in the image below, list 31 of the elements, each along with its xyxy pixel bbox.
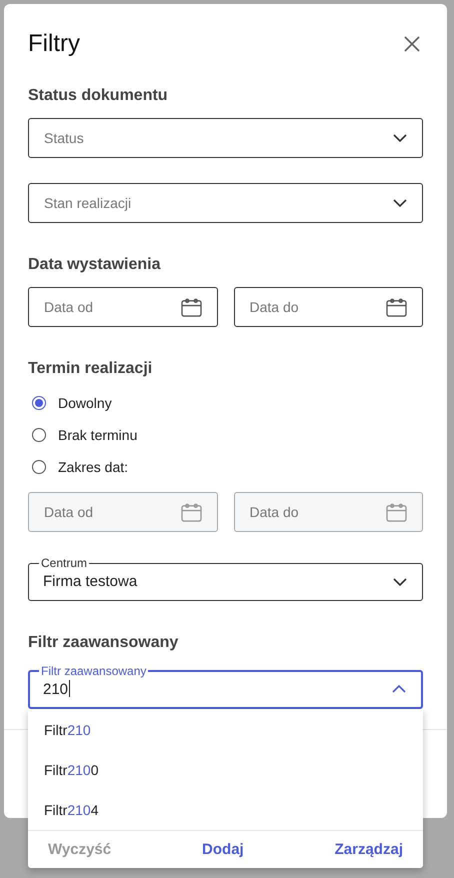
field-value: Firma testowa [42, 573, 138, 592]
section-heading: Data wystawienia [28, 255, 160, 275]
select-field[interactable]: Centrum Firma testowa [28, 557, 423, 601]
calendar-icon [386, 298, 407, 316]
field-label: Centrum [40, 557, 88, 569]
date-field[interactable]: Data do [234, 287, 423, 327]
select-field[interactable]: Status [28, 118, 423, 158]
select-field[interactable]: Stan realizacji [28, 183, 423, 223]
chevron-icon [392, 685, 406, 693]
section-heading: Termin realizacji [28, 359, 152, 379]
calendar-icon [180, 298, 202, 316]
dropdown-option[interactable]: Filtr2104 [28, 789, 423, 829]
chevron-icon [393, 578, 407, 586]
calendar-icon [386, 502, 407, 522]
radio-option[interactable]: Dowolny [28, 387, 118, 419]
section-heading: Filtr zaawansowany [28, 633, 178, 653]
field-value: 210 [42, 680, 70, 700]
dropdown-option[interactable]: Filtr210 [28, 709, 423, 749]
radio-option[interactable]: Brak terminu [28, 419, 144, 451]
section-heading: Status dokumentu [28, 86, 168, 106]
chevron-icon [393, 199, 407, 207]
field-label: Filtr zaawansowany [40, 665, 148, 677]
radio-option[interactable]: Zakres dat: [28, 451, 134, 483]
dropdown-action-button[interactable]: Zarządzaj [326, 833, 411, 866]
calendar-icon [180, 502, 202, 522]
chevron-icon [393, 134, 407, 142]
dropdown-action-button[interactable]: Dodaj [194, 833, 252, 866]
dialog-title: Filtry [28, 30, 80, 58]
dropdown-option[interactable]: Filtr2100 [28, 749, 423, 789]
close-icon[interactable] [403, 35, 421, 53]
date-field[interactable]: Data od [28, 287, 218, 327]
